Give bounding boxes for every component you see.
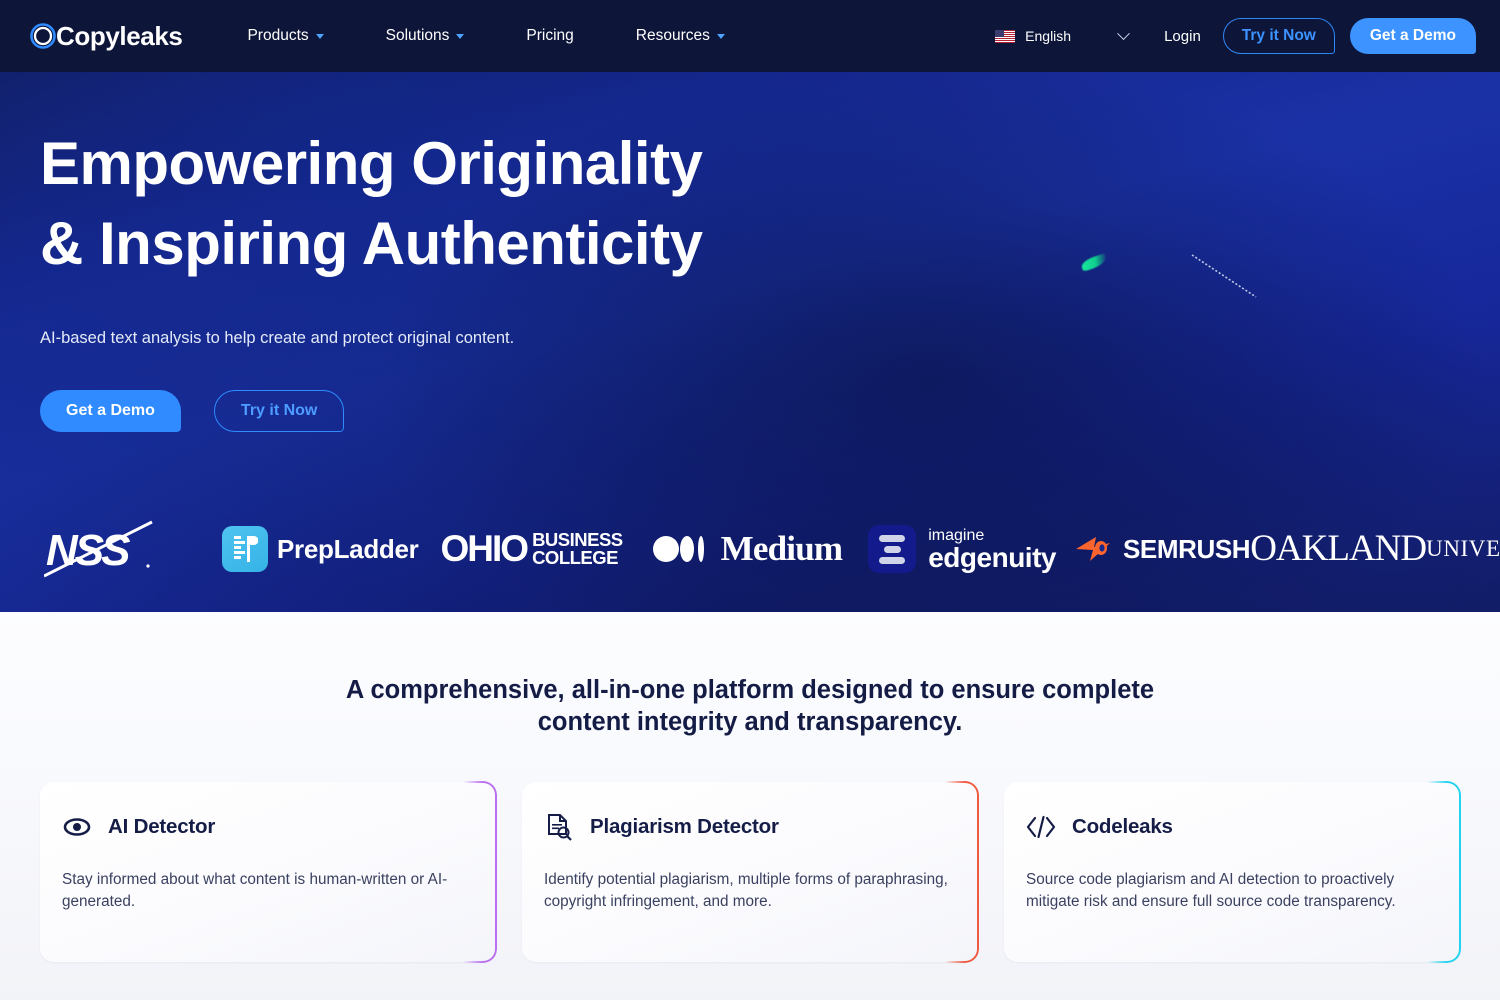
language-label: English [1025, 28, 1072, 44]
card-accent-edge [945, 781, 979, 963]
ohio-line2: COLLEGE [532, 547, 618, 568]
code-brackets-icon [1026, 812, 1056, 842]
logo-semrush: SEMRUSH [1074, 519, 1251, 579]
card-header: Plagiarism Detector [544, 812, 948, 842]
hero-heading: Empowering Originality & Inspiring Authe… [40, 124, 1500, 284]
card-title: AI Detector [108, 815, 216, 838]
medium-label: Medium [720, 529, 843, 568]
customer-logo-strip: NSS PrepLadder OHIO BUSINESS COLLEGE Med… [0, 514, 1500, 584]
logo-prepladder: PrepLadder [222, 519, 419, 579]
card-header: Codeleaks [1026, 812, 1430, 842]
feature-card-plagiarism-detector[interactable]: Plagiarism Detector Identify potential p… [522, 781, 979, 963]
logo-oakland-university: OAKLAND UNIVERSITY [1250, 519, 1500, 579]
nav-right-group: English Login Try it Now Get a Demo [995, 18, 1476, 54]
edgenuity-mark-icon [868, 525, 917, 573]
nav-item-label: Solutions [385, 27, 450, 44]
prepladder-label: PrepLadder [277, 533, 419, 564]
hero-subheading: AI-based text analysis to help create an… [40, 329, 515, 347]
nss-logo-icon: NSS [44, 520, 153, 578]
nav-item-label: Pricing [526, 27, 574, 44]
card-description: Source code plagiarism and AI detection … [1026, 871, 1396, 910]
chevron-down-icon [716, 33, 725, 39]
chevron-down-icon [315, 33, 324, 39]
feature-card-row: AI Detector Stay informed about what con… [40, 781, 1461, 963]
oakland-line2: UNIVERSITY [1426, 536, 1500, 561]
hero-get-a-demo-button[interactable]: Get a Demo [40, 390, 181, 432]
logo-nss: NSS [44, 519, 222, 579]
section-heading-line1: A comprehensive, all-in-one platform des… [345, 676, 1155, 704]
hero-section: Copyleaks Products Solutions Pricing Res… [0, 0, 1500, 612]
nav-item-label: Products [247, 27, 309, 44]
us-flag-icon [995, 29, 1016, 43]
nav-item-label: Resources [635, 27, 710, 44]
semrush-mark-icon [1075, 537, 1110, 561]
hero-heading-line2: & Inspiring Authenticity [40, 210, 703, 277]
hero-heading-line1: Empowering Originality [40, 130, 703, 197]
nav-item-resources[interactable]: Resources [605, 27, 756, 45]
login-link[interactable]: Login [1142, 28, 1223, 45]
eye-icon [62, 812, 92, 842]
semrush-label: SEMRUSH [1122, 533, 1251, 564]
hero-try-it-now-button[interactable]: Try it Now [213, 390, 345, 432]
section-heading-line2: content integrity and transparency. [537, 708, 963, 736]
card-header: AI Detector [62, 812, 466, 842]
copyleaks-logo[interactable]: Copyleaks [28, 20, 183, 52]
ohio-lines: BUSINESS COLLEGE [532, 530, 623, 568]
brand-name: Copyleaks [56, 20, 183, 51]
ohio-word: OHIO [440, 528, 530, 569]
chevron-down-icon [1117, 26, 1130, 40]
logo-ohio-business-college: OHIO BUSINESS COLLEGE [440, 519, 624, 579]
logo-imagine-edgenuity: imagine edgenuity [868, 519, 1056, 579]
card-title: Plagiarism Detector [590, 815, 779, 838]
card-accent-edge [1427, 781, 1461, 963]
edgenuity-line1: imagine [928, 526, 985, 544]
card-accent-edge [463, 781, 497, 963]
feature-card-ai-detector[interactable]: AI Detector Stay informed about what con… [40, 781, 497, 963]
nav-item-solutions[interactable]: Solutions [355, 27, 496, 45]
section-heading: A comprehensive, all-in-one platform des… [0, 612, 1500, 738]
card-title: Codeleaks [1072, 815, 1173, 838]
logo-medium: Medium [652, 519, 843, 579]
feature-card-codeleaks[interactable]: Codeleaks Source code plagiarism and AI … [1004, 781, 1461, 963]
platform-overview-section: A comprehensive, all-in-one platform des… [0, 612, 1500, 1000]
try-it-now-button[interactable]: Try it Now [1222, 18, 1335, 54]
edgenuity-wordmark: imagine edgenuity [928, 527, 1056, 572]
get-a-demo-button[interactable]: Get a Demo [1349, 18, 1476, 54]
top-navbar: Copyleaks Products Solutions Pricing Res… [0, 0, 1500, 72]
nav-item-products[interactable]: Products [216, 27, 354, 45]
nav-links: Products Solutions Pricing Resources [216, 27, 755, 45]
prepladder-mark-icon [222, 526, 268, 572]
edgenuity-line2: edgenuity [928, 541, 1056, 573]
hero-content: Empowering Originality & Inspiring Authe… [0, 72, 1500, 432]
card-description: Identify potential plagiarism, multiple … [544, 871, 948, 910]
language-selector[interactable]: English [995, 26, 1130, 44]
copyleaks-mark-icon [28, 21, 58, 51]
oakland-line1: OAKLAND [1250, 528, 1427, 569]
nav-item-pricing[interactable]: Pricing [495, 27, 604, 45]
document-search-icon [544, 812, 574, 842]
card-description: Stay informed about what content is huma… [62, 871, 448, 910]
hero-cta-group: Get a Demo Try it Now [40, 390, 1500, 432]
medium-mark-icon [652, 536, 713, 562]
chevron-down-icon [456, 33, 465, 39]
